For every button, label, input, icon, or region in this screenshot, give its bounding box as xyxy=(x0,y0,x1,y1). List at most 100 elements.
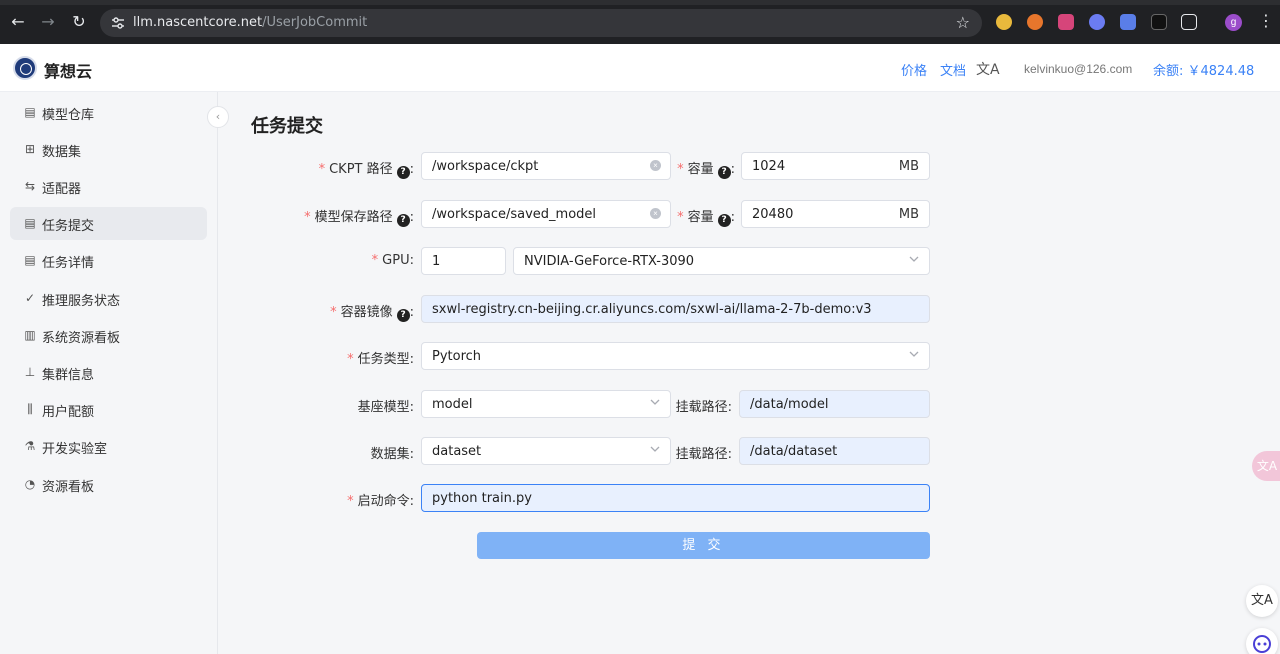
sidebar-item-label: 推理服务状态 xyxy=(42,294,121,309)
gpu-type-select[interactable]: NVIDIA-GeForce-RTX-3090 xyxy=(513,247,930,275)
chevron-down-icon xyxy=(909,351,919,357)
model-save-path-input[interactable]: /workspace/saved_model × xyxy=(421,200,671,228)
browser-menu-icon[interactable]: ⋮ xyxy=(1258,11,1274,30)
detail-icon: ▤ xyxy=(24,253,36,267)
url-path: /UserJobCommit xyxy=(262,15,368,30)
swap-icon: ⇆ xyxy=(24,179,36,193)
brand-name[interactable]: 算想云 xyxy=(44,58,92,82)
docs-link[interactable]: 文档 xyxy=(940,60,966,79)
dataset-mount-input[interactable]: /data/dataset xyxy=(739,437,930,465)
start-command-input[interactable]: python train.py xyxy=(421,484,930,512)
unit-suffix: MB xyxy=(898,159,919,174)
dataset-select[interactable]: dataset xyxy=(421,437,671,465)
start-command-value: python train.py xyxy=(432,491,532,506)
dataset-label: 数据集: xyxy=(370,447,414,462)
sidebar-item-datasets[interactable]: ⊞ 数据集 xyxy=(10,133,207,166)
sidebar-item-job-submit[interactable]: ▤ 任务提交 xyxy=(10,207,207,240)
assistant-icon[interactable] xyxy=(1246,628,1278,654)
translate-tab-icon[interactable]: 文A xyxy=(1252,451,1280,481)
sidebar-collapse-icon[interactable]: ‹ xyxy=(207,106,229,128)
base-model-mount-input[interactable]: /data/model xyxy=(739,390,930,418)
price-link[interactable]: 价格 xyxy=(901,60,927,79)
clear-icon[interactable]: × xyxy=(650,208,661,219)
sidebar-item-adapters[interactable]: ⇆ 适配器 xyxy=(10,170,207,203)
forward-icon[interactable]: → xyxy=(38,12,58,32)
sidebar-item-label: 集群信息 xyxy=(42,368,95,383)
back-icon[interactable]: ← xyxy=(8,12,28,32)
site-settings-icon[interactable] xyxy=(110,15,126,31)
model-capacity-input[interactable]: 20480 MB xyxy=(741,200,930,228)
chevron-down-icon xyxy=(650,446,660,452)
bookmark-star-icon[interactable]: ☆ xyxy=(956,13,970,32)
sidebar-item-inference-status[interactable]: ✓ 推理服务状态 xyxy=(10,282,207,315)
extension-icon[interactable] xyxy=(1120,14,1136,30)
ckpt-capacity-value: 1024 xyxy=(752,159,786,174)
model-capacity-value: 20480 xyxy=(752,207,794,222)
sidebar-item-resource-dashboard[interactable]: ◔ 资源看板 xyxy=(10,468,207,501)
sidebar-item-label: 任务提交 xyxy=(42,219,95,234)
dataset-value: dataset xyxy=(432,444,482,459)
model-save-path-value: /workspace/saved_model xyxy=(432,207,597,222)
logo-icon[interactable] xyxy=(13,56,37,80)
help-icon[interactable]: ? xyxy=(396,214,410,227)
help-icon[interactable]: ? xyxy=(717,214,731,227)
ckpt-path-input[interactable]: /workspace/ckpt × xyxy=(421,152,671,180)
start-command-label: * 启动命令: xyxy=(347,494,414,509)
ckpt-capacity-label: * 容量?: xyxy=(677,162,735,179)
sidebar-item-model-repo[interactable]: ▤ 模型仓库 xyxy=(10,96,207,129)
task-type-select[interactable]: Pytorch xyxy=(421,342,930,370)
help-icon[interactable]: ? xyxy=(396,166,410,179)
gpu-count-input[interactable]: 1 xyxy=(421,247,506,275)
base-model-value: model xyxy=(432,397,473,412)
submit-button[interactable]: 提 交 xyxy=(477,532,930,559)
sidebar-item-label: 任务详情 xyxy=(42,256,95,271)
balance-display: 余额: ￥4824.48 xyxy=(1153,64,1255,79)
base-model-label: 基座模型: xyxy=(357,400,414,415)
translate-icon[interactable]: 文A xyxy=(1246,585,1278,617)
sidebar-item-label: 系统资源看板 xyxy=(42,331,121,346)
extension-icon[interactable] xyxy=(996,14,1012,30)
check-circle-icon: ✓ xyxy=(24,291,36,305)
user-email[interactable]: kelvinkuo@126.com xyxy=(1024,62,1132,76)
gpu-label: * GPU: xyxy=(371,253,414,268)
base-model-mount-label: 挂载路径: xyxy=(675,400,732,415)
dataset-mount-value: /data/dataset xyxy=(750,444,838,459)
sidebar-item-label: 资源看板 xyxy=(42,480,95,495)
ckpt-capacity-input[interactable]: 1024 MB xyxy=(741,152,930,180)
chevron-down-icon xyxy=(909,256,919,262)
clear-icon[interactable]: × xyxy=(650,160,661,171)
sidebar-item-label: 数据集 xyxy=(42,145,82,160)
reload-icon[interactable]: ↻ xyxy=(69,12,89,32)
language-icon[interactable]: 文A xyxy=(976,59,1000,79)
extension-icon[interactable] xyxy=(1058,14,1074,30)
list-icon: ▤ xyxy=(24,216,36,230)
doc-icon: ▤ xyxy=(24,105,36,119)
sidebar-item-system-resources[interactable]: ▥ 系统资源看板 xyxy=(10,319,207,352)
address-bar[interactable]: llm.nascentcore.net/UserJobCommit ☆ xyxy=(100,9,982,37)
model-save-path-label: * 模型保存路径?: xyxy=(304,210,414,227)
base-model-select[interactable]: model xyxy=(421,390,671,418)
ckpt-path-label: * CKPT 路径?: xyxy=(318,162,414,179)
chevron-down-icon xyxy=(650,399,660,405)
sidebar-item-user-quota[interactable]: ⫼ 用户配额 xyxy=(10,393,207,426)
extension-icon[interactable] xyxy=(1151,14,1167,30)
extensions-puzzle-icon[interactable] xyxy=(1181,14,1197,30)
sidebar-item-job-details[interactable]: ▤ 任务详情 xyxy=(10,244,207,277)
sidebar-item-label: 适配器 xyxy=(42,182,82,197)
page-title: 任务提交 xyxy=(251,116,323,137)
base-model-mount-value: /data/model xyxy=(750,397,829,412)
cluster-icon: ⊥ xyxy=(24,365,36,379)
container-image-input[interactable]: sxwl-registry.cn-beijing.cr.aliyuncs.com… xyxy=(421,295,930,323)
gpu-count-value: 1 xyxy=(432,254,441,269)
profile-avatar[interactable]: g xyxy=(1225,14,1242,31)
help-icon[interactable]: ? xyxy=(396,309,410,322)
sidebar-item-dev-lab[interactable]: ⚗ 开发实验室 xyxy=(10,430,207,463)
extension-icon[interactable] xyxy=(1089,14,1105,30)
sidebar-item-cluster-info[interactable]: ⊥ 集群信息 xyxy=(10,356,207,389)
help-icon[interactable]: ? xyxy=(717,166,731,179)
url-text: llm.nascentcore.net/UserJobCommit xyxy=(133,15,367,30)
bar-chart-icon: ▥ xyxy=(24,328,36,342)
extension-icon[interactable] xyxy=(1027,14,1043,30)
app-header: 算想云 价格 文档 文A kelvinkuo@126.com 余额: ￥4824… xyxy=(0,44,1280,92)
quota-icon: ⫼ xyxy=(27,402,33,416)
